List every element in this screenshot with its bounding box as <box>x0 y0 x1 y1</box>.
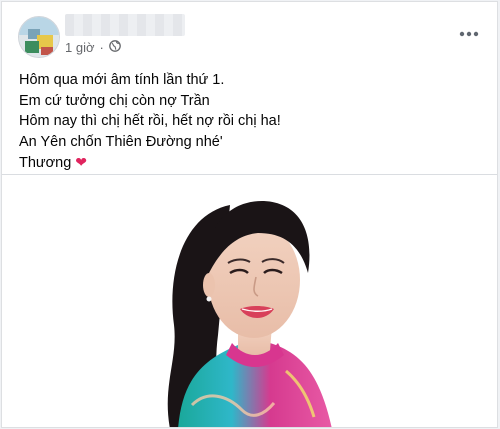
avatar-image <box>19 17 59 57</box>
post-card: 1 giờ · Hôm qua mới âm tính lần thứ 1. E… <box>1 1 498 428</box>
post-line-4: An Yên chốn Thiên Đường nhé' <box>19 133 223 150</box>
author-name[interactable] <box>65 14 185 36</box>
globe-icon[interactable] <box>108 40 121 55</box>
post-header: 1 giờ · <box>2 2 497 66</box>
post-line-2: Em cứ tưởng chị còn nợ Trần <box>19 92 210 109</box>
heart-icon: ❤ <box>75 154 88 170</box>
post-line-5: Thương ❤ <box>19 152 281 174</box>
post-text: Hôm qua mới âm tính lần thứ 1. Em cứ tưở… <box>19 70 281 174</box>
post-line-5-text: Thương <box>19 155 72 171</box>
post-line-3: Hôm nay thì chị hết rồi, hết nợ rồi chị … <box>19 113 281 129</box>
more-options-icon[interactable] <box>457 26 481 42</box>
avatar[interactable] <box>18 16 60 58</box>
post-line-1: Hôm qua mới âm tính lần thứ 1. <box>19 72 225 88</box>
portrait-image <box>2 175 497 427</box>
post-meta: 1 giờ · <box>65 40 121 55</box>
post-time[interactable]: 1 giờ <box>65 40 95 55</box>
post-photo[interactable] <box>2 175 497 427</box>
meta-separator: · <box>99 40 104 55</box>
